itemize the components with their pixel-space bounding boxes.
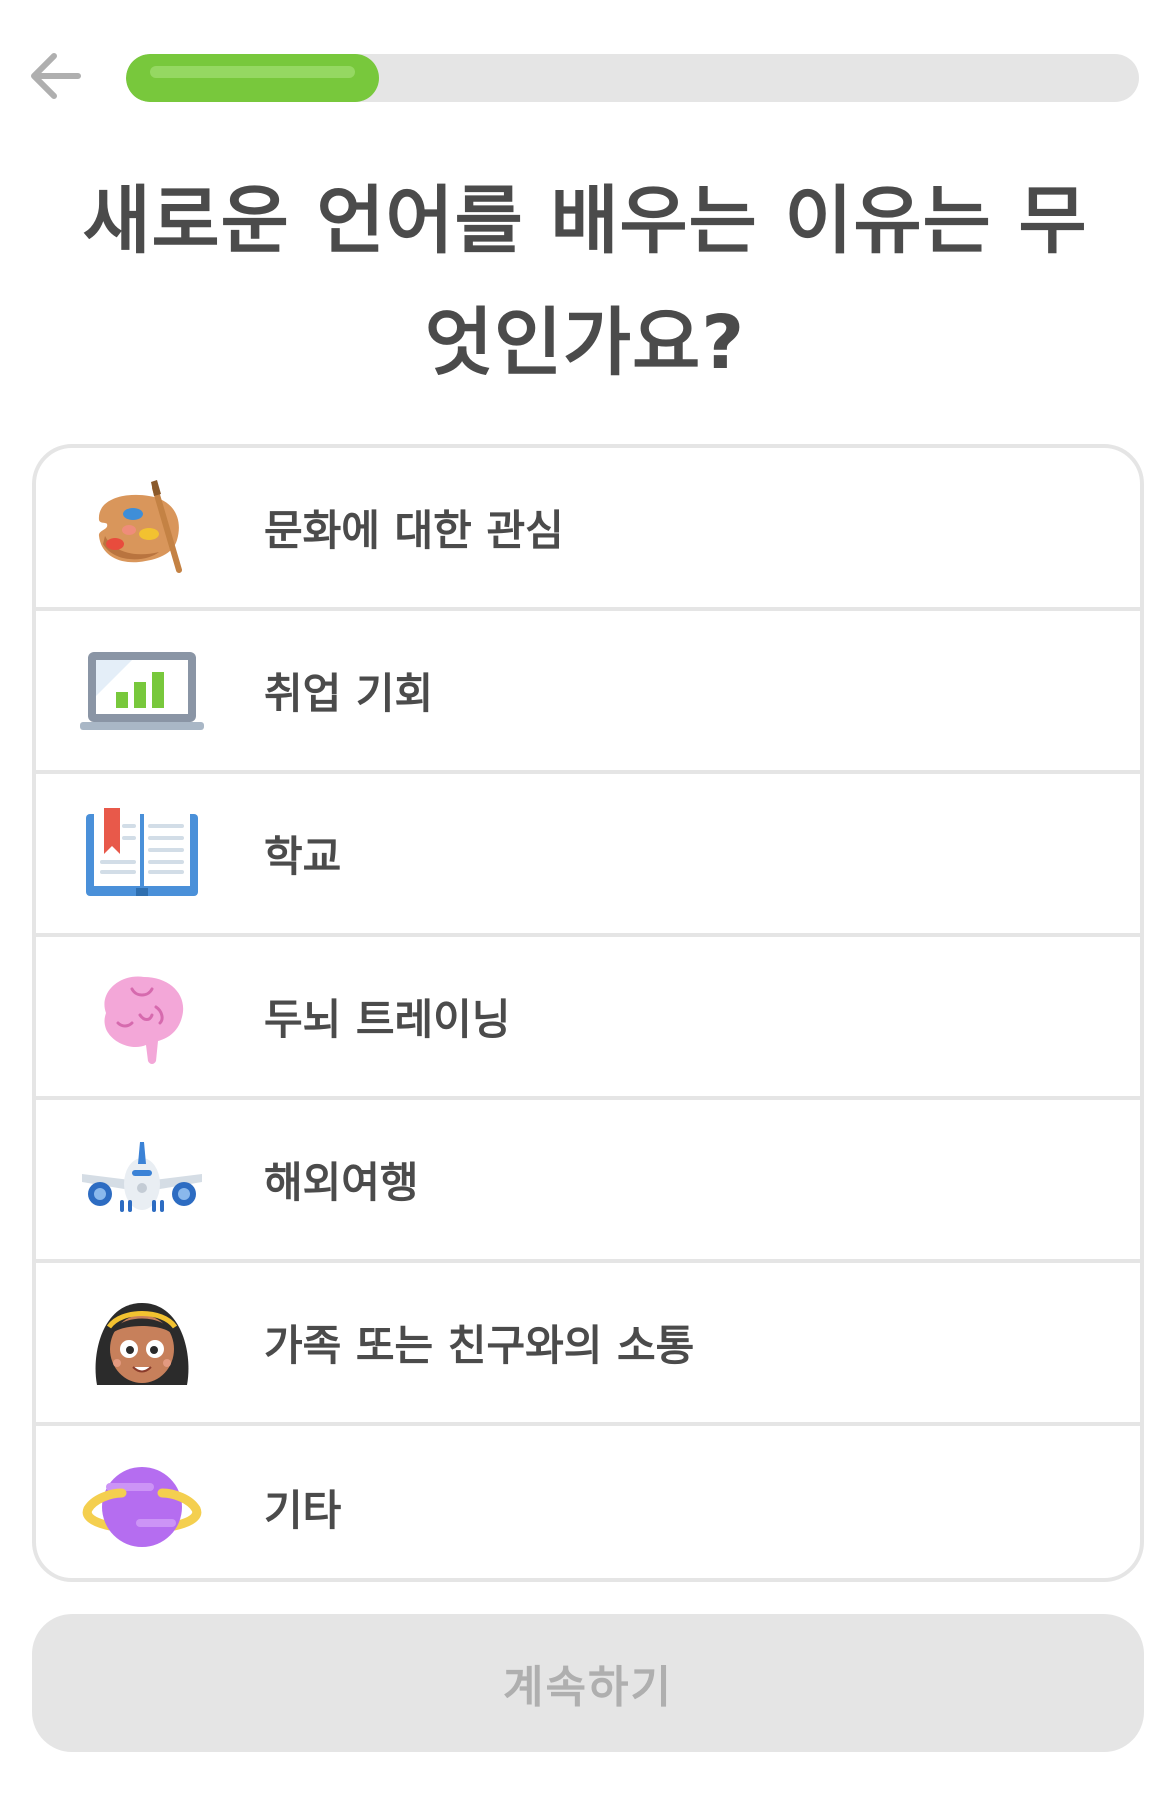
question-title: 새로운 언어를 배우는 이유는 무엇인가요? xyxy=(82,178,1088,386)
option-culture[interactable]: 문화에 대한 관심 xyxy=(36,448,1140,611)
option-label: 문화에 대한 관심 xyxy=(264,506,564,555)
arrow-left-icon xyxy=(31,53,81,99)
girl-face-icon xyxy=(72,1283,212,1403)
continue-button[interactable]: 계속하기 xyxy=(32,1614,1144,1752)
option-label: 학교 xyxy=(264,832,342,881)
airplane-icon xyxy=(72,1120,212,1240)
progress-highlight xyxy=(150,66,356,78)
option-label: 취업 기회 xyxy=(264,669,434,718)
laptop-chart-icon xyxy=(72,631,212,751)
option-brain-training[interactable]: 두뇌 트레이닝 xyxy=(36,937,1140,1100)
option-label: 가족 또는 친구와의 소통 xyxy=(264,1321,695,1370)
planet-icon xyxy=(72,1448,212,1568)
option-other[interactable]: 기타 xyxy=(36,1426,1140,1578)
palette-icon xyxy=(72,468,212,588)
option-label: 해외여행 xyxy=(264,1158,419,1207)
reason-options-list: 문화에 대한 관심 취업 기회 학교 두뇌 트레이닝 해외여행 가족 또는 친구… xyxy=(32,444,1144,1582)
top-bar xyxy=(0,0,1170,130)
option-school[interactable]: 학교 xyxy=(36,774,1140,937)
option-travel[interactable]: 해외여행 xyxy=(36,1100,1140,1263)
back-button[interactable] xyxy=(25,45,87,107)
progress-bar xyxy=(126,54,1139,102)
option-career[interactable]: 취업 기회 xyxy=(36,611,1140,774)
option-label: 기타 xyxy=(264,1486,342,1535)
brain-icon xyxy=(72,957,212,1077)
option-label: 두뇌 트레이닝 xyxy=(264,995,511,1044)
option-family-friends[interactable]: 가족 또는 친구와의 소통 xyxy=(36,1263,1140,1426)
open-book-icon xyxy=(72,794,212,914)
progress-fill xyxy=(126,54,380,102)
